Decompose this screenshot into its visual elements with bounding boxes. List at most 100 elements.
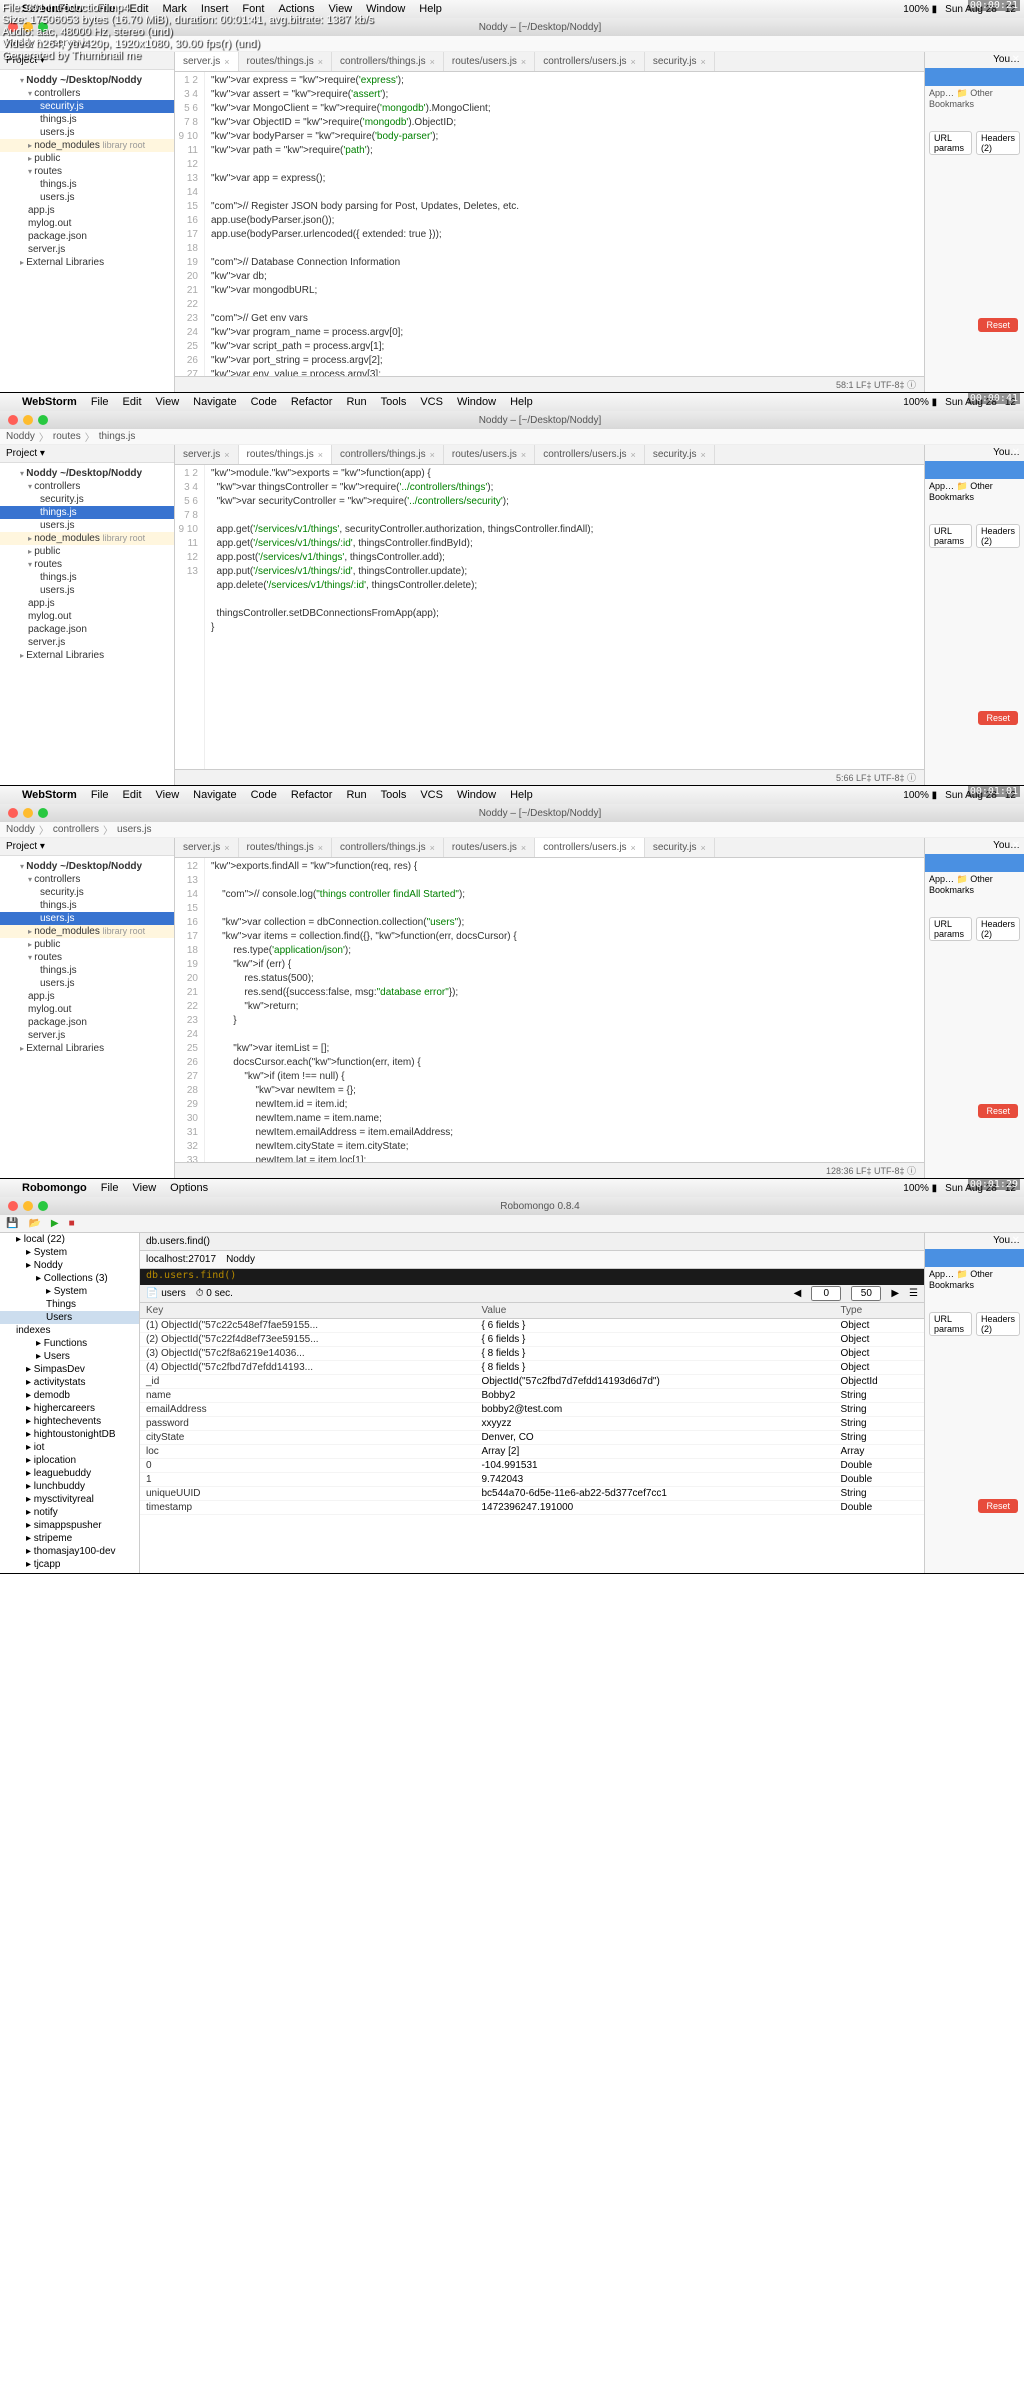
close-tab-icon[interactable]: × <box>318 843 323 853</box>
tree-item[interactable]: routes <box>0 558 174 571</box>
tree-item[interactable]: controllers <box>0 87 174 100</box>
connection-item[interactable]: ▸ turnuppstats <box>0 1571 139 1573</box>
connection-item[interactable]: ▸ Noddy <box>0 1259 139 1272</box>
tree-item[interactable]: server.js <box>0 243 174 256</box>
table-row[interactable]: 0-104.991531Double <box>140 1459 924 1473</box>
connection-item[interactable]: ▸ leaguebuddy <box>0 1467 139 1480</box>
table-row[interactable]: (3) ObjectId("57c2f8a6219e14036...{ 8 fi… <box>140 1347 924 1361</box>
connection-item[interactable]: Users <box>0 1311 139 1324</box>
close-tab-icon[interactable]: × <box>430 57 435 67</box>
tree-item[interactable]: app.js <box>0 990 174 1003</box>
connection-item[interactable]: ▸ lunchbuddy <box>0 1480 139 1493</box>
editor-tab[interactable]: routes/users.js × <box>444 445 535 464</box>
tree-item[interactable]: routes <box>0 165 174 178</box>
project-sidebar[interactable]: Project ▾ Noddy ~/Desktop/Noddycontrolle… <box>0 52 175 392</box>
close-tab-icon[interactable]: × <box>521 843 526 853</box>
connection-item[interactable]: ▸ Functions <box>0 1337 139 1350</box>
editor-tab[interactable]: controllers/users.js × <box>535 838 645 857</box>
table-row[interactable]: passwordxxyyzzString <box>140 1417 924 1431</box>
close-tab-icon[interactable]: × <box>318 450 323 460</box>
connection-item[interactable]: ▸ tjcapp <box>0 1558 139 1571</box>
connection-item[interactable]: ▸ simappspusher <box>0 1519 139 1532</box>
connection-item[interactable]: ▸ Users <box>0 1350 139 1363</box>
connection-item[interactable]: ▸ iot <box>0 1441 139 1454</box>
tree-item[interactable]: things.js <box>0 964 174 977</box>
tree-item[interactable]: app.js <box>0 597 174 610</box>
close-tab-icon[interactable]: × <box>631 57 636 67</box>
connection-item[interactable]: ▸ mysctivityreal <box>0 1493 139 1506</box>
tree-item[interactable]: things.js <box>0 506 174 519</box>
tree-item[interactable]: things.js <box>0 899 174 912</box>
code-area[interactable]: 1 2 3 4 5 6 7 8 9 10 11 12 13 14 15 16 1… <box>175 72 924 376</box>
connection-item[interactable]: ▸ SimpasDev <box>0 1363 139 1376</box>
connections-tree[interactable]: ▸ local (22) ▸ System ▸ Noddy▸ Collections… <box>0 1233 140 1573</box>
url-params-tab[interactable]: URL params <box>929 131 972 155</box>
close-tab-icon[interactable]: × <box>631 450 636 460</box>
tree-item[interactable]: routes <box>0 951 174 964</box>
tree-item[interactable]: mylog.out <box>0 610 174 623</box>
tree-item[interactable]: node_modules library root <box>0 925 174 938</box>
tab-youtube[interactable]: You… <box>925 52 1024 68</box>
connection-item[interactable]: ▸ local (22) <box>0 1233 139 1246</box>
connection-item[interactable]: ▸ highercareers <box>0 1402 139 1415</box>
tree-item[interactable]: controllers <box>0 480 174 493</box>
stop-icon[interactable]: ■ <box>69 1218 75 1229</box>
tree-item[interactable]: users.js <box>0 584 174 597</box>
editor-tab[interactable]: routes/users.js × <box>444 52 535 71</box>
result-table[interactable]: Key Value Type (1) ObjectId("57c22c548ef… <box>140 1303 924 1573</box>
editor-tab[interactable]: security.js × <box>645 838 715 857</box>
editor-tab[interactable]: routes/things.js × <box>239 445 333 464</box>
close-tab-icon[interactable]: × <box>224 843 229 853</box>
close-icon[interactable]: ✕ <box>1012 54 1020 65</box>
editor-tab[interactable]: routes/users.js × <box>444 838 535 857</box>
tree-item[interactable]: External Libraries <box>0 649 174 662</box>
close-tab-icon[interactable]: × <box>224 450 229 460</box>
close-tab-icon[interactable]: × <box>701 843 706 853</box>
tree-item[interactable]: server.js <box>0 636 174 649</box>
tree-item[interactable]: server.js <box>0 1029 174 1042</box>
tree-item[interactable]: public <box>0 152 174 165</box>
table-row[interactable]: emailAddressbobby2@test.comString <box>140 1403 924 1417</box>
table-row[interactable]: 19.742043Double <box>140 1473 924 1487</box>
connection-item[interactable]: ▸ notify <box>0 1506 139 1519</box>
pager-prev[interactable]: ◀ <box>794 1288 802 1299</box>
tree-item[interactable]: users.js <box>0 126 174 139</box>
connection-item[interactable]: ▸ System <box>0 1285 139 1298</box>
tree-item[interactable]: public <box>0 938 174 951</box>
table-row[interactable]: (2) ObjectId("57c22f4d8ef73ee59155...{ 6… <box>140 1333 924 1347</box>
view-tree-icon[interactable]: ☰ <box>909 1288 918 1299</box>
editor-tab[interactable]: server.js × <box>175 445 239 464</box>
connection-item[interactable]: ▸ activitystats <box>0 1376 139 1389</box>
tree-item[interactable]: controllers <box>0 873 174 886</box>
tree-item[interactable]: security.js <box>0 886 174 899</box>
tree-item[interactable]: things.js <box>0 178 174 191</box>
editor-tab[interactable]: controllers/things.js × <box>332 838 444 857</box>
close-tab-icon[interactable]: × <box>430 843 435 853</box>
table-row[interactable]: (4) ObjectId("57c2fbd7d7efdd14193...{ 8 … <box>140 1361 924 1375</box>
table-row[interactable]: uniqueUUIDbc544a70-6d5e-11e6-ab22-5d377c… <box>140 1487 924 1501</box>
close-tab-icon[interactable]: × <box>521 450 526 460</box>
tree-item[interactable]: node_modules library root <box>0 139 174 152</box>
tree-item[interactable]: security.js <box>0 493 174 506</box>
editor-tab[interactable]: routes/things.js × <box>239 838 333 857</box>
open-icon[interactable]: 📂 <box>28 1218 40 1229</box>
play-icon[interactable]: ▶ <box>51 1218 59 1229</box>
table-row[interactable]: _idObjectId("57c2fbd7d7efdd14193d6d7d")O… <box>140 1375 924 1389</box>
connection-item[interactable]: ▸ hightechevents <box>0 1415 139 1428</box>
close-tab-icon[interactable]: × <box>631 843 636 853</box>
query-input[interactable]: db.users.find() <box>140 1269 924 1285</box>
tree-item[interactable]: users.js <box>0 519 174 532</box>
tree-item[interactable]: security.js <box>0 100 174 113</box>
table-row[interactable]: (1) ObjectId("57c22c548ef7fae59155...{ 6… <box>140 1319 924 1333</box>
tree-item[interactable]: users.js <box>0 191 174 204</box>
tree-item[interactable]: package.json <box>0 623 174 636</box>
editor-tab[interactable]: controllers/users.js × <box>535 52 645 71</box>
tree-item[interactable]: package.json <box>0 230 174 243</box>
tree-item[interactable]: users.js <box>0 912 174 925</box>
connection-item[interactable]: ▸ thomasjay100-dev <box>0 1545 139 1558</box>
tree-item[interactable]: mylog.out <box>0 217 174 230</box>
pager-next[interactable]: ▶ <box>891 1288 899 1299</box>
connection-item[interactable]: ▸ Collections (3) <box>0 1272 139 1285</box>
editor-tab[interactable]: security.js × <box>645 445 715 464</box>
tree-item[interactable]: node_modules library root <box>0 532 174 545</box>
